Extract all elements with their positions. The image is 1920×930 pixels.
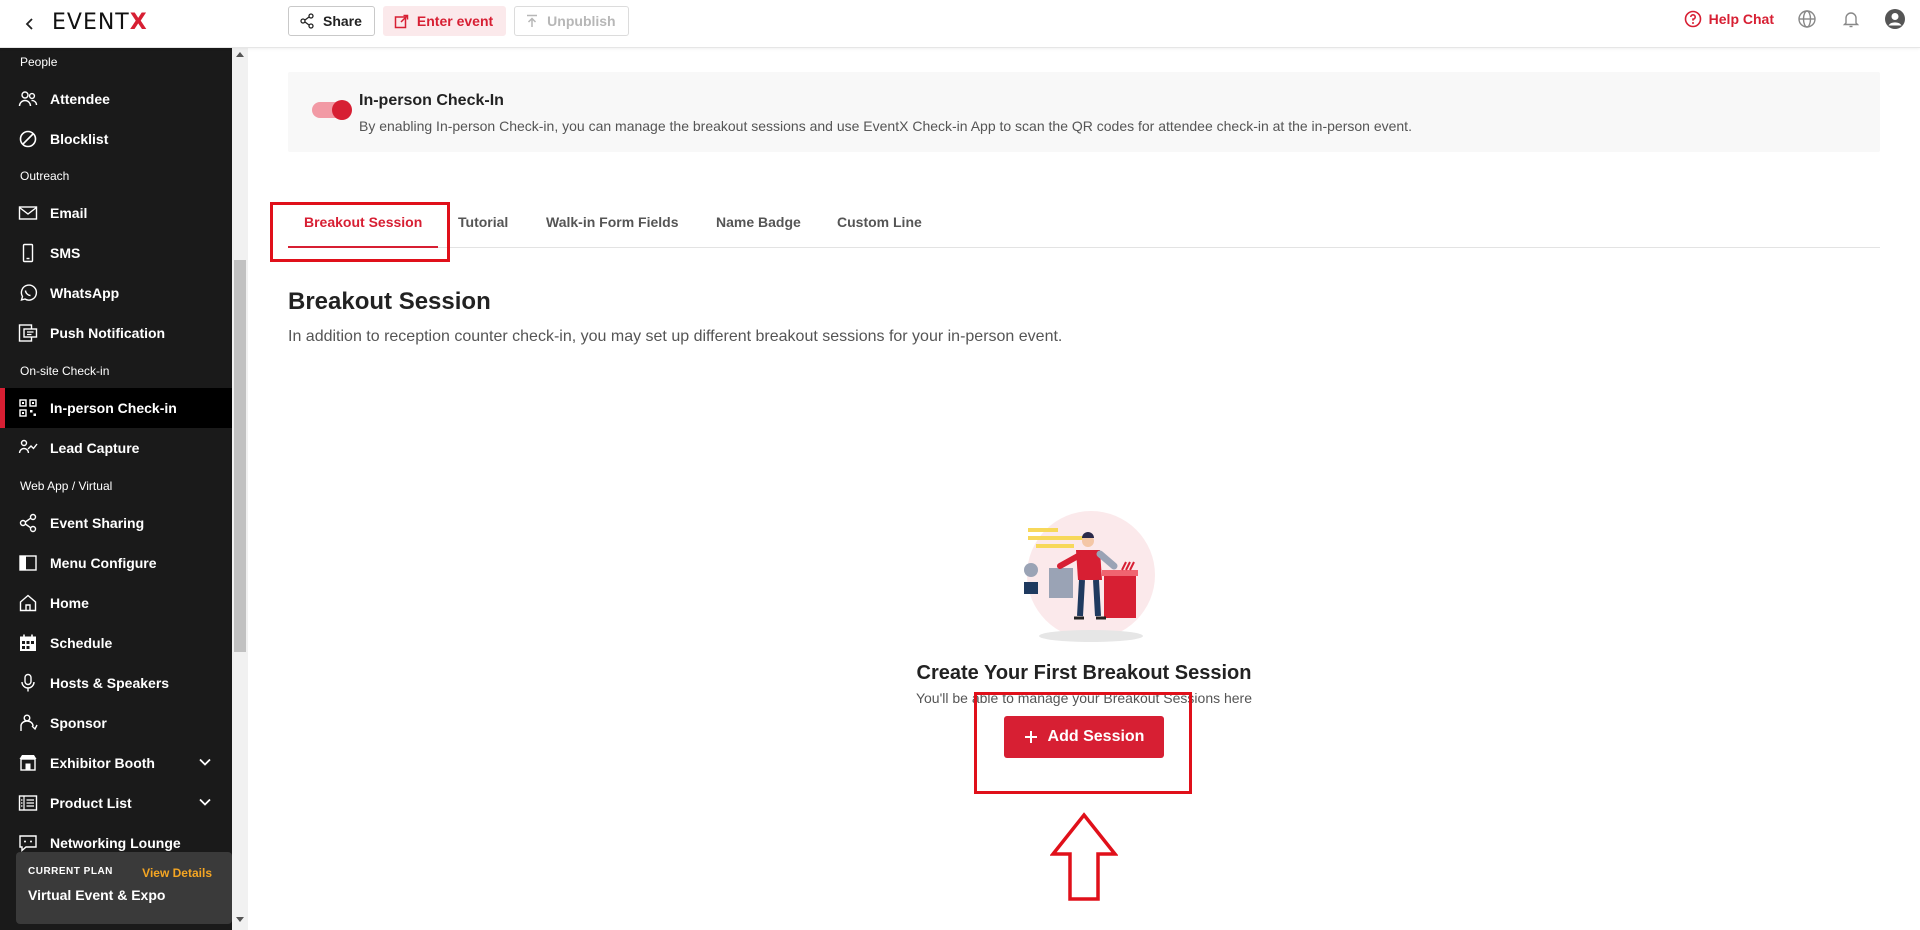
help-circle-icon (1684, 10, 1701, 28)
microphone-icon (18, 673, 38, 693)
banner-description: By enabling In-person Check-in, you can … (359, 118, 1412, 134)
banner-title: In-person Check-In (359, 92, 504, 109)
tab-bar: Breakout Session Tutorial Walk-in Form F… (287, 202, 1880, 248)
scroll-down-arrow[interactable] (236, 917, 244, 922)
chat-icon (18, 833, 38, 853)
sidebar-item-menu-configure[interactable]: Menu Configure (0, 543, 232, 583)
mail-icon (18, 203, 38, 223)
section-label-onsite: On-site Check-in (20, 364, 110, 378)
back-button[interactable] (18, 12, 42, 36)
top-bar: EVENTX Share Enter event Unpublish Help … (0, 0, 1920, 48)
bell-icon (1842, 12, 1860, 28)
sponsor-icon (18, 713, 38, 733)
globe-icon (1798, 10, 1816, 28)
sidebar-item-schedule[interactable]: Schedule (0, 623, 232, 663)
block-icon (18, 129, 38, 149)
checkin-toggle[interactable] (312, 100, 352, 120)
scroll-up-arrow[interactable] (236, 52, 244, 57)
qr-code-icon (18, 398, 38, 418)
user-avatar-icon (1885, 9, 1905, 29)
notifications-button[interactable] (1840, 8, 1862, 30)
tab-tutorial[interactable]: Tutorial (458, 214, 508, 248)
section-label-outreach: Outreach (20, 169, 70, 183)
chevron-down-icon (199, 758, 211, 766)
layout-icon (18, 553, 38, 573)
header-utilities: Help Chat (1684, 8, 1906, 30)
unpublish-button[interactable]: Unpublish (514, 6, 629, 36)
lead-capture-icon (18, 438, 38, 458)
section-label-webapp: Web App / Virtual (20, 479, 113, 493)
view-details-link[interactable]: View Details (142, 866, 212, 880)
eventx-logo[interactable]: EVENTX (52, 10, 148, 35)
home-icon (18, 593, 38, 613)
sidebar-item-sms[interactable]: SMS (0, 233, 232, 273)
plan-name: Virtual Event & Expo (28, 887, 166, 903)
language-button[interactable] (1796, 8, 1818, 30)
enter-event-button[interactable]: Enter event (382, 6, 507, 36)
external-link-icon (394, 14, 409, 28)
current-plan-card: CURRENT PLAN View Details Virtual Event … (16, 852, 232, 924)
tab-custom-line[interactable]: Custom Line (837, 214, 922, 248)
sidebar-item-home[interactable]: Home (0, 583, 232, 623)
main-content: In-person Check-In By enabling In-person… (270, 48, 1880, 930)
sidebar-item-hosts-speakers[interactable]: Hosts & Speakers (0, 663, 232, 703)
account-button[interactable] (1884, 8, 1906, 30)
scrollbar-thumb[interactable] (234, 260, 246, 652)
phone-icon (18, 243, 38, 263)
tab-walk-in-form-fields[interactable]: Walk-in Form Fields (546, 214, 679, 248)
share-button[interactable]: Share (288, 6, 375, 36)
sidebar-nav: People Attendee Blocklist Outreach Email… (0, 48, 232, 930)
sidebar-item-event-sharing[interactable]: Event Sharing (0, 503, 232, 543)
sidebar-item-push-notification[interactable]: Push Notification (0, 313, 232, 353)
sidebar: People Attendee Blocklist Outreach Email… (0, 48, 248, 930)
upload-icon (527, 14, 538, 27)
section-description: In addition to reception counter check-i… (288, 328, 1063, 345)
booth-icon (18, 753, 38, 773)
checkin-banner: In-person Check-In By enabling In-person… (288, 72, 1880, 152)
annotation-arrow-up-icon (1050, 812, 1118, 901)
sidebar-item-product-list[interactable]: Product List (0, 783, 232, 823)
whatsapp-icon (18, 283, 38, 303)
sidebar-item-exhibitor-booth[interactable]: Exhibitor Booth (0, 743, 232, 783)
button-highlight-box (974, 692, 1192, 794)
sidebar-item-lead-capture[interactable]: Lead Capture (0, 428, 232, 468)
sidebar-item-sponsor[interactable]: Sponsor (0, 703, 232, 743)
toggle-knob (332, 100, 352, 120)
sidebar-item-in-person-checkin[interactable]: In-person Check-in (0, 388, 232, 428)
chevron-down-icon (199, 798, 211, 806)
share-icon (18, 513, 38, 533)
sidebar-item-email[interactable]: Email (0, 193, 232, 233)
people-icon (18, 89, 38, 109)
tab-name-badge[interactable]: Name Badge (716, 214, 801, 248)
section-title: Breakout Session (288, 288, 491, 315)
chevron-left-icon (25, 18, 33, 30)
push-notification-icon (18, 323, 38, 343)
calendar-icon (18, 633, 38, 653)
sidebar-item-blocklist[interactable]: Blocklist (0, 119, 232, 159)
sidebar-item-whatsapp[interactable]: WhatsApp (0, 273, 232, 313)
sidebar-item-attendee[interactable]: Attendee (0, 79, 232, 119)
list-icon (18, 793, 38, 813)
empty-state-title: Create Your First Breakout Session (916, 662, 1252, 684)
header-actions: Share Enter event Unpublish (288, 6, 629, 36)
share-icon (300, 13, 314, 29)
empty-state-illustration (1024, 511, 1155, 642)
tab-highlight-box (270, 202, 450, 262)
sidebar-scrollbar[interactable] (232, 48, 248, 930)
section-label-people: People (20, 55, 58, 69)
help-chat-button[interactable]: Help Chat (1684, 10, 1774, 28)
